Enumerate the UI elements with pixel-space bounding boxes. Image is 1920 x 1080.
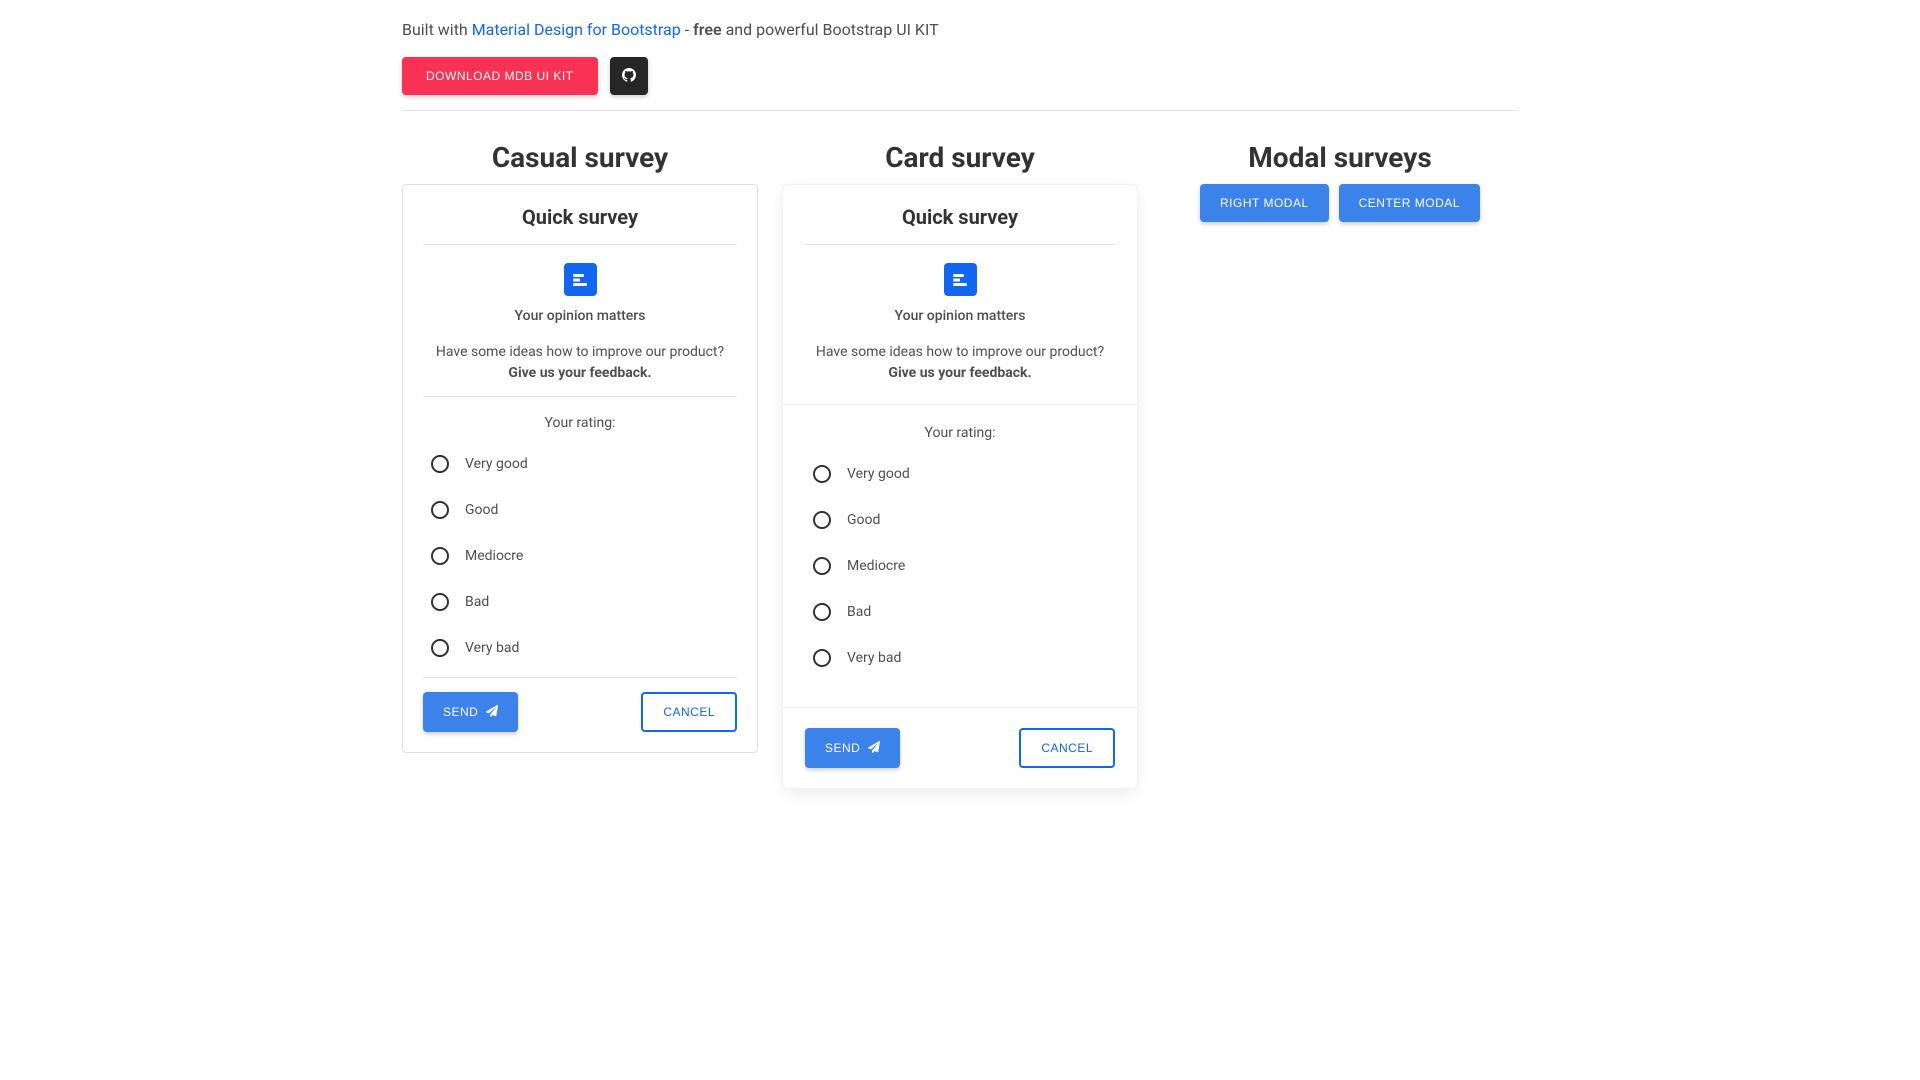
desc-bold: Give us your feedback.: [508, 365, 651, 381]
radio-item[interactable]: Very bad: [805, 641, 1115, 675]
casual-panel-title: Quick survey: [423, 205, 737, 229]
send-label: SEND: [443, 705, 478, 719]
divider: [423, 677, 737, 678]
radio-item[interactable]: Mediocre: [423, 539, 737, 573]
radio-icon: [813, 649, 831, 667]
radio-item[interactable]: Bad: [423, 585, 737, 619]
poll-icon: [944, 263, 977, 296]
radio-item[interactable]: Very good: [805, 457, 1115, 491]
send-button[interactable]: SEND: [423, 692, 518, 732]
radio-label: Good: [465, 502, 498, 518]
modal-column: Modal surveys RIGHT MODAL CENTER MODAL: [1162, 141, 1518, 789]
center-modal-button[interactable]: CENTER MODAL: [1339, 184, 1480, 222]
radio-label: Bad: [465, 594, 489, 610]
desc-prefix: Have some ideas how to improve our produ…: [816, 344, 1104, 360]
divider: [423, 396, 737, 397]
download-button[interactable]: DOWNLOAD MDB UI KIT: [402, 57, 598, 95]
divider: [805, 244, 1115, 245]
card-block-1: Quick survey Your opinion matters Have s…: [783, 185, 1137, 404]
header-free: free: [693, 20, 722, 39]
cancel-button[interactable]: CANCEL: [1019, 728, 1115, 768]
radio-item[interactable]: Good: [423, 493, 737, 527]
radio-label: Bad: [847, 604, 871, 620]
radio-icon: [813, 603, 831, 621]
paper-plane-icon: [868, 741, 880, 756]
header-bar: Built with Material Design for Bootstrap…: [402, 0, 1518, 111]
radio-icon: [813, 557, 831, 575]
modal-title: Modal surveys: [1162, 141, 1518, 174]
radio-item[interactable]: Mediocre: [805, 549, 1115, 583]
cancel-button[interactable]: CANCEL: [641, 692, 737, 732]
paper-plane-icon: [486, 705, 498, 720]
opinion-text: Your opinion matters: [805, 308, 1115, 324]
card-desc: Have some ideas how to improve our produ…: [805, 342, 1115, 384]
header-suffix: and powerful Bootstrap UI KIT: [722, 20, 939, 39]
card-title: Card survey: [782, 141, 1138, 174]
radio-item[interactable]: Good: [805, 503, 1115, 537]
card-column: Card survey Quick survey Your opinion ma…: [782, 141, 1138, 789]
github-icon: [622, 68, 636, 85]
casual-options: Very good Good Mediocre Bad Very bad: [423, 447, 737, 665]
opinion-text: Your opinion matters: [423, 308, 737, 324]
radio-label: Very good: [847, 466, 910, 482]
desc-prefix: Have some ideas how to improve our produ…: [436, 344, 724, 360]
radio-item[interactable]: Very good: [423, 447, 737, 481]
rating-label: Your rating:: [805, 425, 1115, 441]
poll-icon: [564, 263, 597, 296]
card-block-2: Your rating: Very good Good Mediocre Bad…: [783, 405, 1137, 707]
casual-desc: Have some ideas how to improve our produ…: [423, 342, 737, 384]
radio-label: Good: [847, 512, 880, 528]
radio-icon: [431, 455, 449, 473]
radio-label: Mediocre: [847, 558, 905, 574]
card-block-3: SEND CANCEL: [783, 708, 1137, 788]
header-text: Built with Material Design for Bootstrap…: [402, 20, 1518, 39]
header-dash: -: [681, 20, 693, 39]
mdb-link[interactable]: Material Design for Bootstrap: [472, 20, 681, 39]
send-label: SEND: [825, 741, 860, 755]
card-panel: Quick survey Your opinion matters Have s…: [782, 184, 1138, 789]
header-buttons: DOWNLOAD MDB UI KIT: [402, 57, 1518, 95]
radio-icon: [431, 639, 449, 657]
card-footer: SEND CANCEL: [805, 728, 1115, 768]
radio-label: Very good: [465, 456, 528, 472]
desc-bold: Give us your feedback.: [888, 365, 1031, 381]
send-button[interactable]: SEND: [805, 728, 900, 768]
card-panel-title: Quick survey: [805, 205, 1115, 229]
header-prefix: Built with: [402, 20, 472, 39]
right-modal-button[interactable]: RIGHT MODAL: [1200, 184, 1329, 222]
github-button[interactable]: [610, 57, 648, 95]
rating-label: Your rating:: [423, 415, 737, 431]
radio-icon: [431, 501, 449, 519]
casual-panel: Quick survey Your opinion matters Have s…: [402, 184, 758, 753]
radio-label: Very bad: [847, 650, 901, 666]
radio-label: Mediocre: [465, 548, 523, 564]
radio-label: Very bad: [465, 640, 519, 656]
card-options: Very good Good Mediocre Bad Very bad: [805, 457, 1115, 675]
icon-wrap: [423, 263, 737, 296]
divider: [423, 244, 737, 245]
radio-item[interactable]: Bad: [805, 595, 1115, 629]
radio-icon: [813, 465, 831, 483]
radio-icon: [431, 547, 449, 565]
casual-title: Casual survey: [402, 141, 758, 174]
main-row: Casual survey Quick survey Your opinion …: [402, 141, 1518, 789]
modal-buttons: RIGHT MODAL CENTER MODAL: [1162, 184, 1518, 222]
radio-icon: [431, 593, 449, 611]
icon-wrap: [805, 263, 1115, 296]
radio-icon: [813, 511, 831, 529]
casual-column: Casual survey Quick survey Your opinion …: [402, 141, 758, 789]
radio-item[interactable]: Very bad: [423, 631, 737, 665]
casual-footer: SEND CANCEL: [423, 692, 737, 732]
